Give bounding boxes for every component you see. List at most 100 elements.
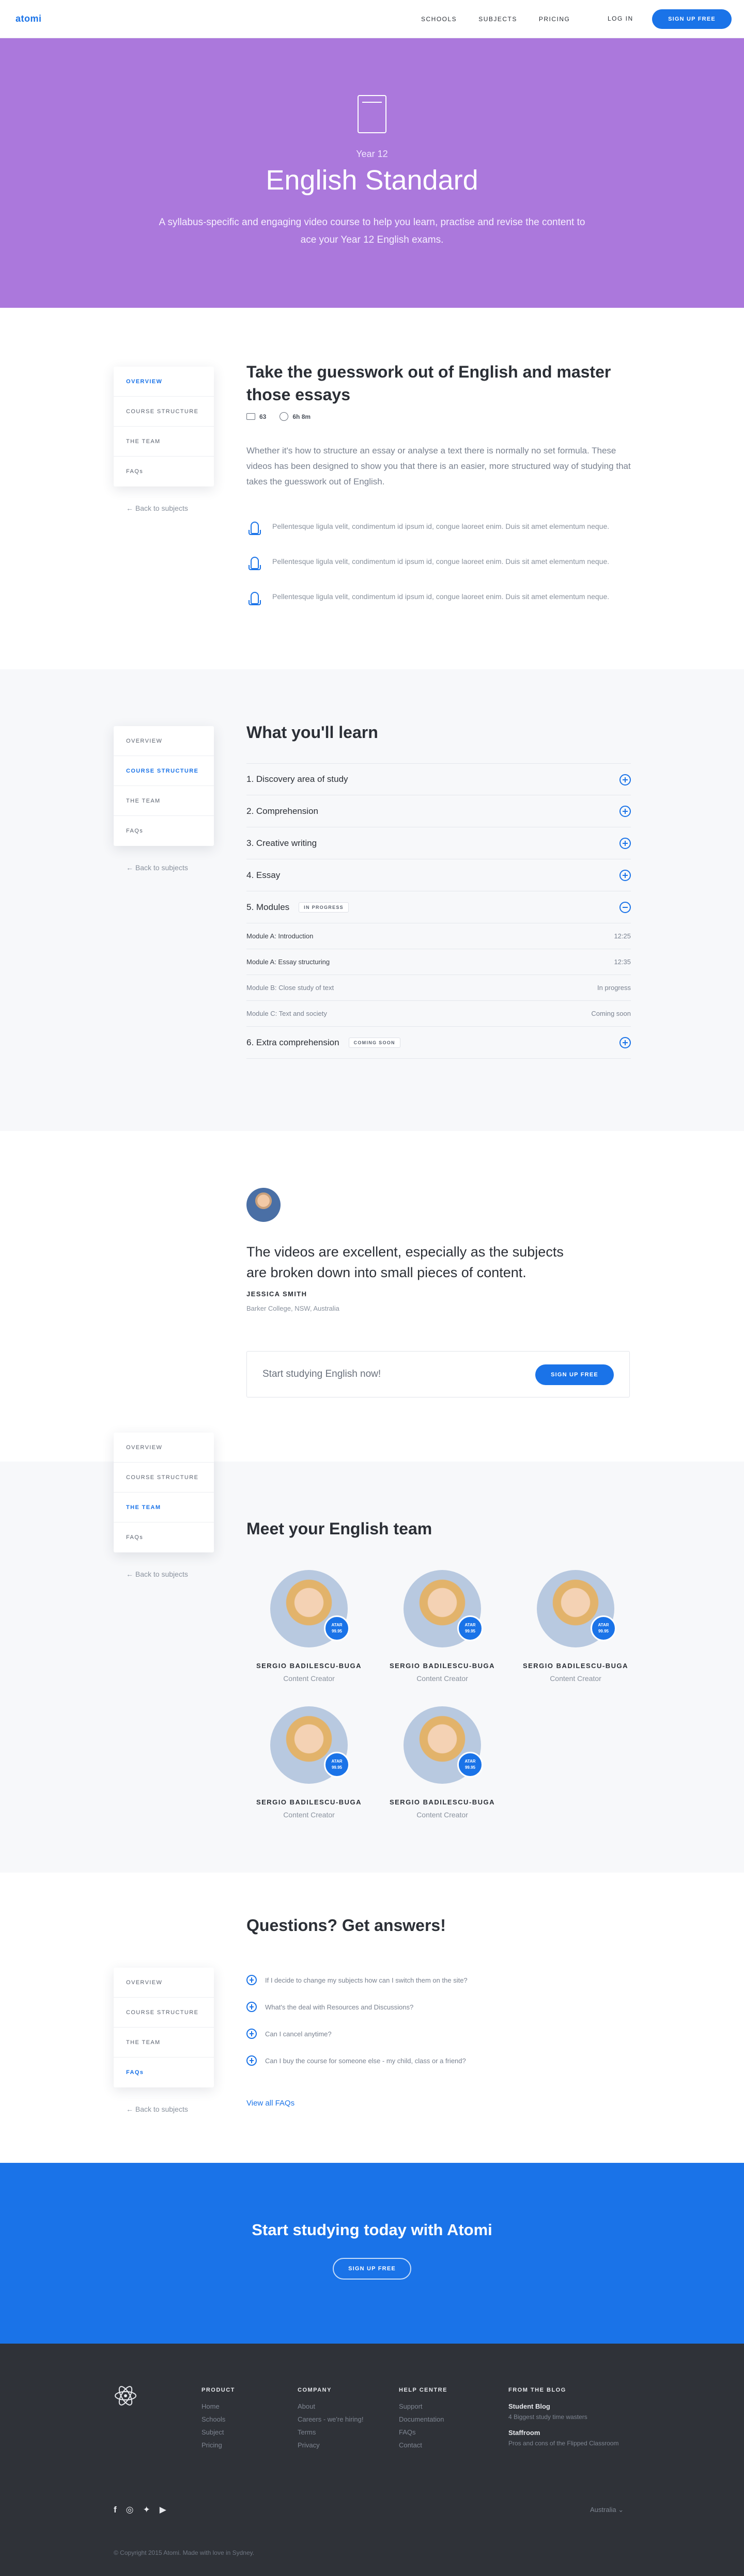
minus-circle-icon[interactable] [619,902,631,913]
back-to-subjects-link[interactable]: ← Back to subjects [126,2105,188,2113]
view-all-faqs-link[interactable]: View all FAQs [246,2099,295,2108]
module-row[interactable]: Module A: Introduction 12:25 [246,923,631,949]
nav-signup-button[interactable]: SIGN UP FREE [652,9,732,29]
accordion-row[interactable]: 1. Discovery area of study [246,763,631,795]
course-structure-section: OVERVIEW COURSE STRUCTURE THE TEAM FAQs … [0,669,744,1131]
blog-post-subtitle[interactable]: 4 Biggest study time wasters [508,2413,618,2421]
learn-title: What you'll learn [246,723,378,742]
footer-link[interactable]: Careers - we're hiring! [298,2415,363,2423]
footer-link[interactable]: Subject [202,2428,235,2436]
member-name: SERGIO BADILESCU-BUGA [389,1662,495,1670]
faq-item[interactable]: What's the deal with Resources and Discu… [246,2002,413,2012]
benefit-item: Pellentesque ligula velit, condimentum i… [246,591,639,607]
blog-post-subtitle[interactable]: Pros and cons of the Flipped Classroom [508,2440,618,2447]
team-member-card[interactable]: ATAR 99.95 SERGIO BADILESCU-BUGA Content … [252,1706,366,1819]
accordion-row-expanded[interactable]: 5. Modules IN PROGRESS [246,891,631,923]
accordion-row[interactable]: 6. Extra comprehension COMING SOON [246,1027,631,1059]
module-row[interactable]: Module B: Close study of text In progres… [246,975,631,1001]
module-status: Coming soon [591,1010,631,1017]
plus-circle-icon[interactable] [619,838,631,849]
back-to-subjects-link[interactable]: ← Back to subjects [126,863,188,872]
plus-circle-icon[interactable] [619,806,631,817]
accordion-row[interactable]: 4. Essay [246,859,631,891]
faq-item[interactable]: If I decide to change my subjects how ca… [246,1975,468,1985]
nav-schools-link[interactable]: SCHOOLS [421,15,457,23]
module-status: 12:25 [614,932,631,940]
footer-link[interactable]: FAQs [399,2428,447,2436]
section-nav-course-structure[interactable]: COURSE STRUCTURE [114,397,214,427]
signup-button[interactable]: SIGN UP FREE [535,1364,614,1385]
section-nav-team[interactable]: THE TEAM [114,786,214,816]
team-member-card[interactable]: ATAR 99.95 SERGIO BADILESCU-BUGA Content … [252,1570,366,1683]
accordion-title: 6. Extra comprehension [246,1037,339,1047]
accordion-row[interactable]: 3. Creative writing [246,827,631,859]
instagram-icon[interactable]: ◎ [126,2505,134,2515]
member-name: SERGIO BADILESCU-BUGA [256,1798,362,1806]
section-nav-faqs[interactable]: FAQs [114,1522,214,1552]
faq-item[interactable]: Can I buy the course for someone else - … [246,2055,466,2066]
section-nav-faqs[interactable]: FAQs [114,2057,214,2087]
login-link[interactable]: LOG IN [608,15,633,22]
section-nav-team[interactable]: THE TEAM [114,2028,214,2057]
nav-pricing-link[interactable]: PRICING [539,15,570,23]
atar-badge: ATAR 99.95 [457,1615,483,1641]
atar-score: 99.95 [331,1629,343,1633]
footer-link[interactable]: Pricing [202,2441,235,2449]
atar-score: 99.95 [464,1629,476,1633]
atar-score: 99.95 [331,1765,343,1770]
faq-item[interactable]: Can I cancel anytime? [246,2029,332,2039]
section-nav-team[interactable]: THE TEAM [114,1493,214,1522]
section-nav-course-structure[interactable]: COURSE STRUCTURE [114,1998,214,2028]
footer-link[interactable]: Privacy [298,2441,363,2449]
back-to-subjects-link[interactable]: ← Back to subjects [126,504,188,512]
module-name: Module A: Introduction [246,932,314,940]
member-photo: ATAR 99.95 [404,1570,483,1647]
footer-heading: COMPANY [298,2387,332,2393]
accordion-row[interactable]: 2. Comprehension [246,795,631,827]
team-member-card[interactable]: ATAR 99.95 SERGIO BADILESCU-BUGA Content … [519,1570,632,1683]
blog-post-title[interactable]: Student Blog [508,2402,618,2410]
member-photo: ATAR 99.95 [404,1706,483,1784]
blog-post-title[interactable]: Staffroom [508,2429,618,2437]
footer-link[interactable]: Home [202,2402,235,2410]
footer-link[interactable]: About [298,2402,363,2410]
youtube-icon[interactable]: ▶ [160,2505,166,2515]
region-select[interactable]: Australia ⌄ [590,2506,624,2514]
section-nav-faqs[interactable]: FAQs [114,457,214,486]
section-nav-overview[interactable]: OVERVIEW [114,367,214,397]
team-member-card[interactable]: ATAR 99.95 SERGIO BADILESCU-BUGA Content … [385,1706,499,1819]
nav-subjects-link[interactable]: SUBJECTS [478,15,517,23]
atar-label: ATAR [464,1623,476,1627]
footer-link[interactable]: Contact [399,2441,447,2449]
in-progress-badge: IN PROGRESS [299,902,349,913]
section-nav-course-structure[interactable]: COURSE STRUCTURE [114,756,214,786]
facebook-icon[interactable]: f [114,2505,117,2515]
team-member-card[interactable]: ATAR 99.95 SERGIO BADILESCU-BUGA Content … [385,1570,499,1683]
course-duration: 6h 8m [280,412,311,421]
section-nav-overview[interactable]: OVERVIEW [114,1968,214,1998]
banner-signup-button[interactable]: SIGN UP FREE [333,2258,411,2280]
footer-link[interactable]: Schools [202,2415,235,2423]
plus-circle-icon[interactable] [619,870,631,881]
module-status: 12:35 [614,958,631,966]
faq-question: Can I cancel anytime? [265,2030,332,2038]
section-nav-overview[interactable]: OVERVIEW [114,1433,214,1463]
back-to-subjects-link[interactable]: ← Back to subjects [126,1570,188,1578]
module-row[interactable]: Module A: Essay structuring 12:35 [246,949,631,975]
faq-question: If I decide to change my subjects how ca… [265,1976,468,1984]
section-nav-course-structure[interactable]: COURSE STRUCTURE [114,1463,214,1493]
plus-circle-icon[interactable] [619,774,631,786]
footer-link[interactable]: Documentation [399,2415,447,2423]
member-name: SERGIO BADILESCU-BUGA [389,1798,495,1806]
rocket-icon [246,591,261,607]
atomi-logo[interactable]: atomi [16,13,42,24]
footer-link[interactable]: Support [399,2402,447,2410]
plus-circle-icon[interactable] [619,1037,631,1048]
plus-circle-icon [246,2002,257,2012]
section-nav-faqs[interactable]: FAQs [114,816,214,846]
twitter-icon[interactable]: ✦ [143,2505,150,2515]
footer-link[interactable]: Terms [298,2428,363,2436]
section-nav-team[interactable]: THE TEAM [114,427,214,457]
member-photo: ATAR 99.95 [537,1570,616,1647]
section-nav-overview[interactable]: OVERVIEW [114,726,214,756]
